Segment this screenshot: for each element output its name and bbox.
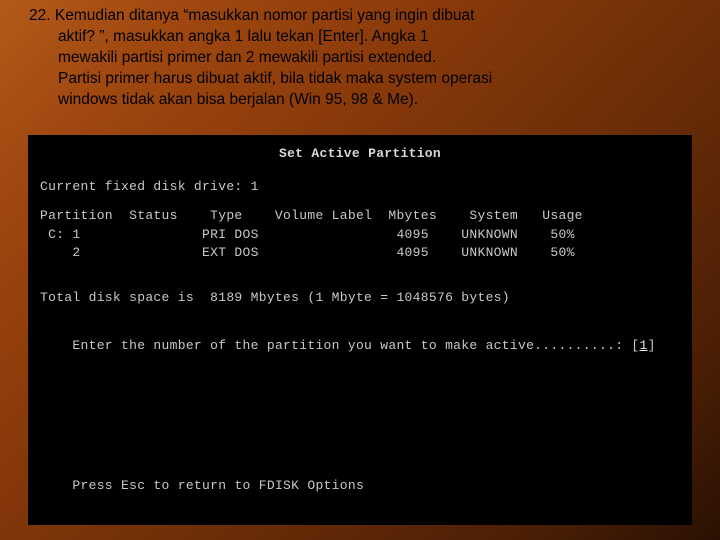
esc-key: Esc [121,478,145,493]
instruction-text: 22. Kemudian ditanya “masukkan nomor par… [0,0,720,117]
table-row: 2 EXT DOS 4095 UNKNOWN 50% [40,244,680,263]
footer-line: Press Esc to return to FDISK Options [40,458,364,515]
prompt-line: Enter the number of the partition you wa… [40,318,680,375]
prompt-text: Enter the number of the partition you wa… [72,338,639,353]
text-line-4: Partisi primer harus dibuat aktif, bila … [20,69,700,90]
text-line-1: 22. Kemudian ditanya “masukkan nomor par… [20,6,700,27]
text-line-5: windows tidak akan bisa berjalan (Win 95… [20,90,700,111]
terminal-title: Set Active Partition [40,145,680,164]
text-line-3: mewakili partisi primer dan 2 mewakili p… [20,48,700,69]
table-row: C: 1 PRI DOS 4095 UNKNOWN 50% [40,226,680,245]
current-disk-line: Current fixed disk drive: 1 [40,178,680,197]
fdisk-terminal: Set Active Partition Current fixed disk … [28,135,692,525]
table-header: Partition Status Type Volume Label Mbyte… [40,207,680,226]
total-space-line: Total disk space is 8189 Mbytes (1 Mbyte… [40,289,680,308]
prompt-close: ] [648,338,656,353]
text-line-2: aktif? ”, masukkan angka 1 lalu tekan [E… [20,27,700,48]
footer-post: to return to FDISK Options [145,478,364,493]
partition-input[interactable]: 1 [640,338,648,353]
footer-pre: Press [72,478,121,493]
